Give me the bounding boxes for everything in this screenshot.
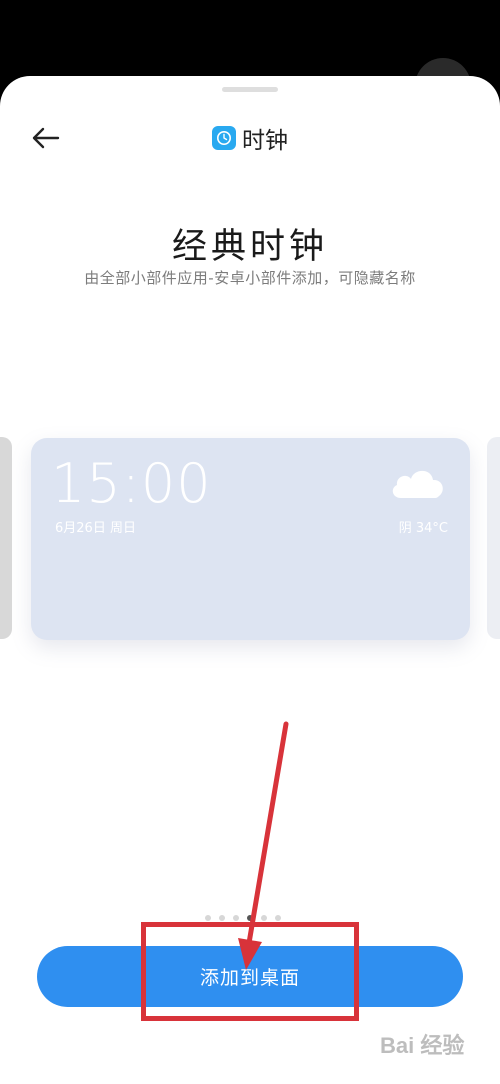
page-dot [233, 915, 239, 921]
page-dot [261, 915, 267, 921]
annotation-highlight-box [141, 922, 359, 1021]
preview-weather: 阴 34°C [398, 521, 448, 536]
page-dot [219, 915, 225, 921]
page-dot-active [247, 915, 253, 921]
widget-subtitle: 由全部小部件应用-安卓小部件添加，可隐藏名称 [84, 269, 416, 287]
widget-sheet: 时钟 经典时钟 由全部小部件应用-安卓小部件添加，可隐藏名称 15:00 6月2… [0, 76, 500, 1084]
clock-icon [212, 126, 236, 150]
watermark-text: Bai 经验 [380, 1033, 465, 1058]
baidu-watermark: Bai 经验 [380, 1028, 464, 1060]
next-widget-card[interactable] [487, 437, 500, 639]
preview-date: 6月26日 周日 [55, 521, 136, 536]
widget-title: 经典时钟 [171, 227, 328, 267]
page-indicator [205, 915, 281, 921]
page-dot [205, 915, 211, 921]
back-arrow-icon[interactable] [28, 120, 64, 156]
drag-handle[interactable] [222, 87, 278, 92]
clock-widget-preview[interactable]: 15:00 6月26日 周日 阴 34°C [31, 438, 470, 640]
header-title: 时钟 [242, 127, 288, 153]
page-dot [275, 915, 281, 921]
preview-time: 15:00 [51, 452, 212, 515]
header: 时钟 [212, 123, 288, 153]
cloud-icon [387, 462, 449, 502]
prev-widget-card[interactable] [0, 437, 12, 639]
